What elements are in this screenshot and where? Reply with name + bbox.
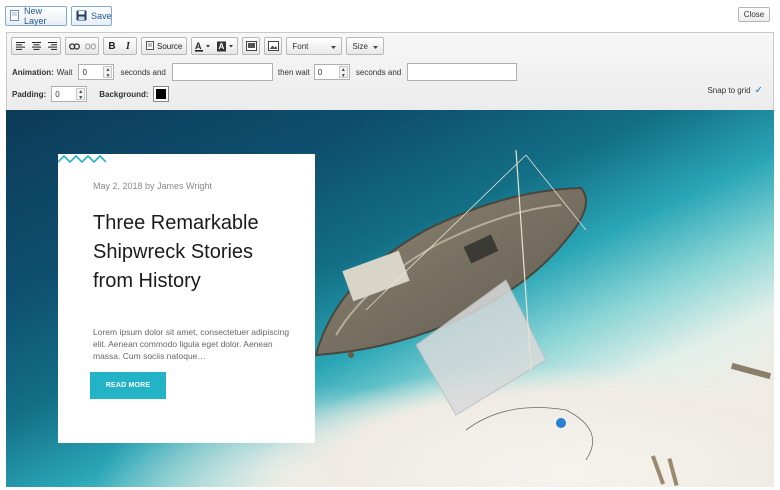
editor-toolbar: B I Source A A Font Size Animation: Wait… — [6, 32, 774, 110]
text-color-icon[interactable]: A — [192, 38, 214, 54]
read-more-button[interactable]: READ MORE — [90, 372, 166, 399]
stepper-arrows-icon[interactable]: ▲ ▼ — [103, 66, 113, 79]
background-color-icon[interactable]: A — [214, 38, 237, 54]
snap-to-grid-label: Snap to grid — [707, 86, 751, 95]
alignment-group — [11, 37, 61, 55]
link-group — [65, 37, 99, 55]
seconds-and-label-2: seconds and — [355, 67, 402, 77]
save-button[interactable]: Save — [71, 6, 112, 26]
zigzag-divider-icon — [58, 154, 106, 164]
size-select-value: Size — [352, 41, 368, 51]
post-excerpt: Lorem ipsum dolor sit amet, consectetuer… — [93, 327, 290, 361]
toolbar-row-animation: Animation: Wait 0 ▲ ▼ seconds and then wa… — [12, 63, 518, 81]
padding-value: 0 — [55, 89, 60, 99]
toolbar-row-formatting: B I Source A A Font Size — [11, 37, 388, 55]
background-color-swatch[interactable] — [152, 86, 169, 102]
check-icon[interactable]: ✓ — [755, 85, 763, 96]
stepper-arrows-icon[interactable]: ▲ ▼ — [76, 88, 86, 101]
align-center-icon[interactable] — [28, 38, 44, 54]
bold-icon[interactable]: B — [104, 38, 120, 54]
picture-icon[interactable] — [264, 37, 283, 55]
source-icon — [146, 40, 154, 52]
post-card[interactable]: May 2, 2018 by James Wright Three Remark… — [58, 154, 315, 443]
align-right-icon[interactable] — [44, 38, 60, 54]
color-group: A A — [191, 37, 239, 55]
italic-icon[interactable]: I — [120, 38, 136, 54]
source-label: Source — [157, 41, 183, 51]
floppy-disk-icon — [76, 10, 87, 23]
then-wait-seconds-value: 0 — [317, 67, 323, 77]
align-left-icon[interactable] — [12, 38, 28, 54]
close-button[interactable]: Close — [738, 7, 770, 22]
wait-label: Wait — [56, 67, 73, 77]
font-select[interactable]: Font — [286, 37, 343, 55]
unlink-icon[interactable] — [82, 38, 98, 54]
animation-out-field[interactable] — [407, 63, 518, 81]
chevron-down-icon — [331, 42, 337, 51]
post-meta: May 2, 2018 by James Wright — [93, 181, 212, 191]
padding-stepper[interactable]: 0 ▲ ▼ — [51, 86, 88, 102]
stepper-arrows-icon[interactable]: ▲ ▼ — [338, 66, 348, 79]
animation-in-field[interactable] — [171, 63, 273, 81]
image-icon[interactable] — [242, 37, 261, 55]
save-label: Save — [91, 11, 112, 21]
link-icon[interactable] — [66, 38, 82, 54]
font-select-value: Font — [292, 41, 309, 51]
new-layer-button[interactable]: New Layer — [5, 6, 67, 26]
svg-text:A: A — [219, 42, 225, 51]
animation-label: Animation: — [12, 67, 54, 77]
background-label: Background: — [99, 89, 149, 99]
seconds-and-label: seconds and — [120, 67, 166, 77]
then-wait-label: then wait — [277, 67, 310, 77]
new-layer-label: New Layer — [24, 6, 47, 26]
svg-text:A: A — [195, 41, 202, 51]
slide-canvas[interactable]: May 2, 2018 by James Wright Three Remark… — [6, 110, 774, 487]
wait-seconds-stepper[interactable]: 0 ▲ ▼ — [78, 64, 115, 80]
size-select[interactable]: Size — [346, 37, 385, 55]
then-wait-seconds-stepper[interactable]: 0 ▲ ▼ — [313, 64, 350, 80]
source-button[interactable]: Source — [141, 37, 188, 55]
page-icon — [10, 9, 20, 23]
chevron-down-icon — [373, 42, 379, 51]
text-style-group: B I — [103, 37, 137, 55]
toolbar-row-layout: Padding: 0 ▲ ▼ Background: — [12, 86, 169, 102]
wait-seconds-value: 0 — [82, 67, 87, 77]
padding-label: Padding: — [12, 89, 47, 99]
snap-to-grid-toggle[interactable]: Snap to grid ✓ — [707, 85, 763, 96]
post-headline: Three Remarkable Shipwreck Stories from … — [93, 212, 259, 292]
